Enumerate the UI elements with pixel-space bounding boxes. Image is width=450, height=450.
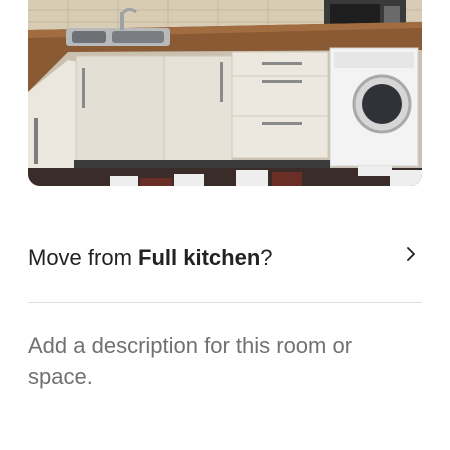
move-from-room-row[interactable]: Move from Full kitchen? bbox=[28, 232, 422, 284]
chevron-right-icon bbox=[402, 245, 420, 263]
move-prefix: Move from bbox=[28, 245, 139, 270]
move-suffix: ? bbox=[260, 245, 273, 270]
move-from-room-label: Move from Full kitchen? bbox=[28, 245, 273, 271]
room-edit-page: Move from Full kitchen? Add a descriptio… bbox=[0, 0, 450, 450]
divider bbox=[28, 302, 422, 303]
kitchen-photo-illustration bbox=[28, 0, 422, 186]
current-room-name: Full kitchen bbox=[138, 245, 261, 270]
kitchen-photo[interactable] bbox=[28, 0, 422, 186]
room-description-field[interactable]: Add a description for this room or space… bbox=[28, 330, 408, 392]
